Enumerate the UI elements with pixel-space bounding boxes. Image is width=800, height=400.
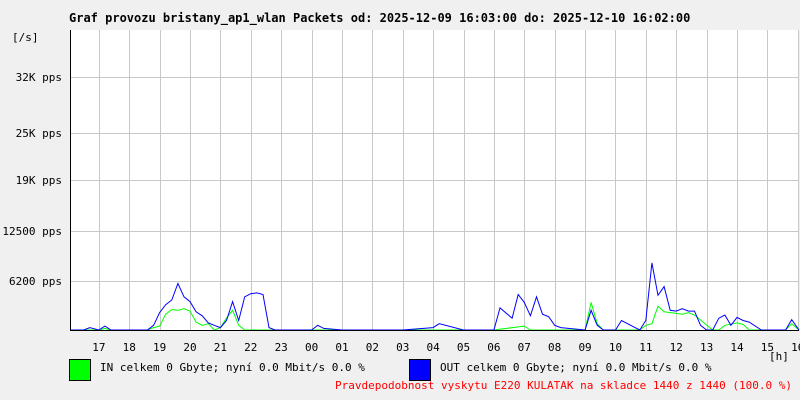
x-tick-label: 20 [183,341,196,354]
legend-in-text: IN celkem 0 Gbyte; nyní 0.0 Mbit/s 0.0 % [100,361,365,374]
x-tick-label: 12 [670,341,683,354]
x-tick-label: 17 [92,341,105,354]
x-tick-label: 21 [214,341,227,354]
y-tick-label: 19K pps [16,174,62,187]
x-tick-label: 03 [396,341,409,354]
y-axis-unit: [/s] [12,31,39,44]
availability-note: Pravdepodobnost vyskytu E220 KULATAK na … [335,379,792,392]
x-tick-label: 22 [244,341,257,354]
legend-swatch-in [69,359,91,381]
x-tick-label: 18 [123,341,136,354]
traffic-chart: 6200 pps 12500 pps 19K pps 25K pps 32K pps 17… [2,30,800,363]
y-tick-label: 32K pps [16,71,62,84]
x-tick-label: 06 [487,341,500,354]
x-tick-label: 08 [548,341,561,354]
x-tick-label: 07 [518,341,531,354]
x-axis-unit: [h] [769,350,789,363]
x-tick-label: 00 [305,341,318,354]
x-tick-label: 11 [639,341,652,354]
y-tick-label: 25K pps [16,127,62,140]
x-tick-label: 23 [275,341,288,354]
legend-swatch-out [409,359,431,381]
x-tick-label: 19 [153,341,166,354]
x-tick-label: 10 [609,341,622,354]
x-tick-label: 02 [366,341,379,354]
x-tick-label: 09 [578,341,591,354]
x-tick-label: 01 [335,341,348,354]
legend-out-text: OUT celkem 0 Gbyte; nyní 0.0 Mbit/s 0.0 … [440,361,712,374]
x-tick-label: 04 [427,341,441,354]
x-tick-label: 05 [457,341,470,354]
x-tick-label: 16 [791,341,800,354]
y-tick-label: 12500 pps [2,225,62,238]
x-tick-label: 14 [730,341,744,354]
x-tick-label: 13 [700,341,713,354]
y-tick-label: 6200 pps [9,275,62,288]
